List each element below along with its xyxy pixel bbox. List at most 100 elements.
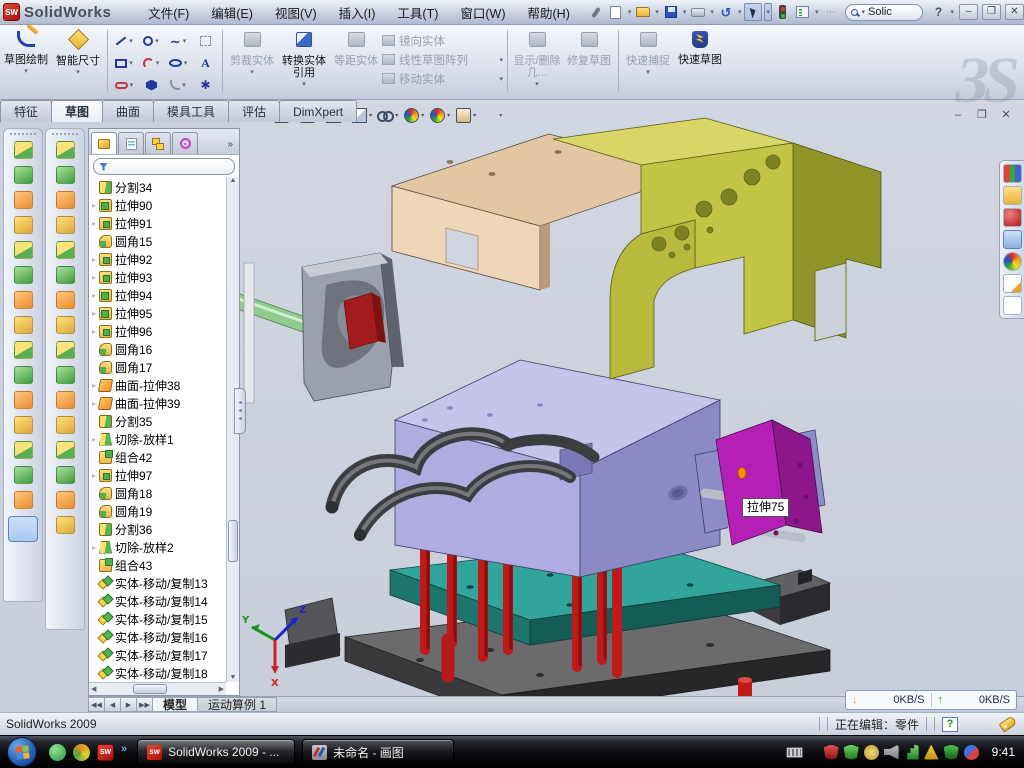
feature-tree-item[interactable]: ▸ 圆角18 xyxy=(89,484,226,502)
repair-sketch-button[interactable]: 修复草图 xyxy=(563,25,615,67)
task-pane-tab[interactable] xyxy=(1003,230,1022,249)
model-tab[interactable]: 模型 xyxy=(152,697,198,712)
feature-tool-icon[interactable] xyxy=(14,341,33,359)
keyboard-layout-icon[interactable] xyxy=(786,747,803,758)
start-button[interactable] xyxy=(7,737,37,767)
ribbon-tab[interactable]: DimXpert xyxy=(279,100,357,122)
print-dropdown[interactable]: ▾ xyxy=(709,8,715,16)
line-tool[interactable]: ▾ xyxy=(111,30,138,52)
feature-tree-item[interactable]: ▸ 拉伸92 xyxy=(89,250,226,268)
feature-tree-item[interactable]: ▸ 实体-移动/复制15 xyxy=(89,610,226,628)
feature-tree-item[interactable]: ▸ 分割34 xyxy=(89,178,226,196)
quicklaunch-messenger-icon[interactable] xyxy=(49,744,66,761)
tab-scroll-left-icon[interactable]: ◀ xyxy=(104,697,121,712)
feature-tool-icon[interactable] xyxy=(14,241,33,259)
options-dropdown[interactable]: ▾ xyxy=(814,8,820,16)
new-file-button[interactable] xyxy=(607,3,625,21)
slot-tool[interactable]: ▾ xyxy=(111,74,138,96)
linear-sketch-pattern-button[interactable]: 线性草图阵列▾ xyxy=(382,50,504,69)
surface-tool-icon[interactable] xyxy=(56,366,75,384)
help-button[interactable]: ? xyxy=(929,3,947,21)
open-file-button[interactable] xyxy=(634,3,652,21)
sync-status-icon[interactable] xyxy=(964,745,979,760)
point-tool[interactable]: ✱ xyxy=(192,74,219,96)
quicklaunch-chevron-icon[interactable]: » xyxy=(121,743,127,755)
view-tool-button[interactable]: ▾ xyxy=(481,107,504,124)
surface-tool-icon[interactable] xyxy=(56,141,75,159)
surface-tool-icon[interactable] xyxy=(56,291,75,309)
scroll-left-icon[interactable]: ◀ xyxy=(91,685,96,693)
surface-tool-icon[interactable] xyxy=(56,441,75,459)
surface-tool-icon[interactable] xyxy=(56,241,75,259)
convert-entities-button[interactable]: 转换实体引用▾ xyxy=(278,25,330,91)
spline-tool[interactable]: ∼▾ xyxy=(165,30,192,52)
feature-tool-icon[interactable] xyxy=(14,391,33,409)
polygon-tool[interactable] xyxy=(138,74,165,96)
feature-tree-item[interactable]: ▸ 切除-放样2 xyxy=(89,538,226,556)
motion-study-tab[interactable]: 运动算例 1 xyxy=(197,697,277,712)
feature-tree-item[interactable]: ▸ 组合43 xyxy=(89,556,226,574)
toolbar-grip[interactable] xyxy=(52,133,78,135)
feature-tool-icon[interactable] xyxy=(14,366,33,384)
view-tool-button[interactable]: ▾ xyxy=(377,107,400,124)
feature-tree-item[interactable]: ▸ 拉伸95 xyxy=(89,304,226,322)
surface-tool-icon[interactable] xyxy=(56,341,75,359)
feature-tool-icon[interactable] xyxy=(14,266,33,284)
expander-arrow-icon[interactable]: ▸ xyxy=(89,309,99,318)
ribbon-tab[interactable]: 特征 xyxy=(0,100,52,122)
menu-item[interactable]: 编辑(E) xyxy=(200,0,264,25)
certificate-badge-icon[interactable] xyxy=(864,745,879,760)
expander-arrow-icon[interactable]: ▸ xyxy=(89,255,99,264)
menu-item[interactable]: 视图(V) xyxy=(264,0,328,25)
circle-tool[interactable]: ▾ xyxy=(138,30,165,52)
expander-arrow-icon[interactable]: ▸ xyxy=(89,291,99,300)
view-tool-button[interactable]: ▾ xyxy=(429,107,452,124)
tab-scroll-right-icon[interactable]: ▶ xyxy=(120,697,137,712)
feature-tree-item[interactable]: ▸ 组合42 xyxy=(89,448,226,466)
move-entities-button[interactable]: 移动实体▾ xyxy=(382,69,504,88)
scroll-down-icon[interactable]: ▼ xyxy=(230,674,237,681)
surface-tool-icon[interactable] xyxy=(56,191,75,209)
feature-tree-item[interactable]: ▸ 圆角17 xyxy=(89,358,226,376)
ribbon-tab[interactable]: 曲面 xyxy=(102,100,154,122)
minimize-button[interactable]: – xyxy=(959,4,978,20)
quick-snaps-button[interactable]: 快速捕捉▾ xyxy=(622,25,674,79)
expander-arrow-icon[interactable]: ▸ xyxy=(89,435,99,444)
surface-tool-icon[interactable] xyxy=(56,166,75,184)
scroll-right-icon[interactable]: ▶ xyxy=(219,685,224,693)
surface-tool-icon[interactable] xyxy=(56,516,75,534)
feature-tree-item[interactable]: ▸ 曲面-拉伸39 xyxy=(89,394,226,412)
tab-propertymanager[interactable] xyxy=(118,132,144,154)
feature-tree-item[interactable]: ▸ 曲面-拉伸38 xyxy=(89,376,226,394)
pin-icon[interactable] xyxy=(587,3,605,21)
feature-tool-icon[interactable] xyxy=(14,191,33,209)
sketch-button[interactable]: 草图绘制▾ xyxy=(0,25,52,78)
network-warning-icon[interactable] xyxy=(924,745,939,760)
rectangle-tool[interactable]: ▾ xyxy=(111,52,138,74)
feature-tree-item[interactable]: ▸ 拉伸96 xyxy=(89,322,226,340)
feature-tree-item[interactable]: ▸ 拉伸91 xyxy=(89,214,226,232)
surface-tool-icon[interactable] xyxy=(56,391,75,409)
print-button[interactable] xyxy=(689,3,707,21)
feature-tool-icon[interactable] xyxy=(14,316,33,334)
task-pane-tab[interactable] xyxy=(1003,296,1022,315)
expander-arrow-icon[interactable]: ▸ xyxy=(89,273,99,282)
feature-tree-item[interactable]: ▸ 切除-放样1 xyxy=(89,430,226,448)
ellipse-tool[interactable]: ▾ xyxy=(165,52,192,74)
feature-tree-item[interactable]: ▸ 圆角15 xyxy=(89,232,226,250)
feature-tree-item[interactable]: ▸ 拉伸97 xyxy=(89,466,226,484)
feature-tool-icon[interactable] xyxy=(14,416,33,434)
feature-tree-item[interactable]: ▸ 实体-移动/复制16 xyxy=(89,628,226,646)
feature-tree-item[interactable]: ▸ 实体-移动/复制14 xyxy=(89,592,226,610)
sketch-fillet-tool[interactable]: ▾ xyxy=(165,74,192,96)
selection-marquee-tool[interactable] xyxy=(192,30,219,52)
feature-tool-icon[interactable] xyxy=(8,516,38,542)
task-pane-tab[interactable] xyxy=(1003,274,1022,293)
feature-tree-item[interactable]: ▸ 拉伸93 xyxy=(89,268,226,286)
feature-tree-item[interactable]: ▸ 实体-移动/复制18 xyxy=(89,664,226,682)
surface-tool-icon[interactable] xyxy=(56,416,75,434)
select-dropdown[interactable]: ▾ xyxy=(764,3,772,21)
horizontal-scroll-thumb[interactable] xyxy=(133,684,167,694)
feature-tool-icon[interactable] xyxy=(14,491,33,509)
open-dropdown[interactable]: ▾ xyxy=(654,8,660,16)
